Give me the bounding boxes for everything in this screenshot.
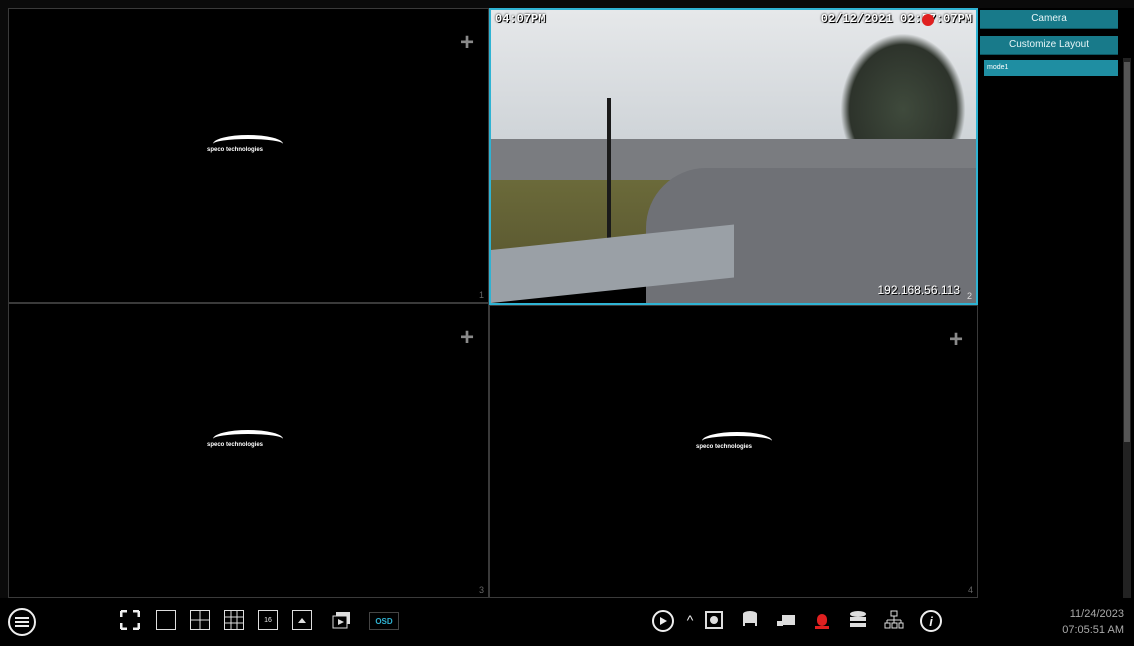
chevron-up-icon[interactable]: ^ — [680, 610, 700, 630]
channel-number: 2 — [966, 291, 972, 301]
bottom-toolbar: 16 OSD ^ i 11/24/2023 07:05:51 AM — [0, 598, 1134, 646]
playback-icon[interactable] — [652, 610, 674, 632]
channel-tile-1[interactable]: + speco technologies 1 — [8, 8, 489, 303]
camera-feed: 04:07PM 02/12/2021 02:57:07PM 192.168.56… — [491, 10, 976, 303]
osd-button[interactable]: OSD — [369, 612, 399, 630]
clock-time: 07:05:51 AM — [1062, 624, 1124, 636]
right-panel: Camera Customize Layout mode1 — [978, 8, 1134, 598]
logo-text: speco technologies — [207, 442, 264, 448]
menu-icon[interactable] — [8, 608, 36, 636]
osd-time: 04:07PM — [495, 12, 546, 26]
disk-icon[interactable] — [848, 610, 868, 630]
logo-text: speco technologies — [207, 147, 264, 153]
tab-camera[interactable]: Camera — [980, 10, 1118, 29]
osd-datetime: 02/12/2021 02:57:07PM — [820, 12, 972, 26]
info-icon[interactable]: i — [920, 610, 942, 632]
osd-overlay: 04:07PM 02/12/2021 02:57:07PM — [495, 12, 972, 26]
scrollbar-thumb[interactable] — [1124, 62, 1130, 442]
recording-indicator-icon — [922, 14, 934, 26]
speco-logo: speco technologies — [207, 430, 287, 452]
channel-tile-2[interactable]: 04:07PM 02/12/2021 02:57:07PM 192.168.56… — [489, 8, 978, 305]
record-icon[interactable] — [740, 610, 760, 630]
fullscreen-icon[interactable] — [120, 610, 140, 630]
camera-ip: 192.168.56.113 — [877, 283, 960, 297]
clock-date: 11/24/2023 — [1069, 608, 1124, 620]
layout-16-icon[interactable]: 16 — [258, 610, 278, 630]
scrollbar[interactable] — [1123, 58, 1131, 598]
pip-icon[interactable] — [292, 610, 312, 630]
channel-tile-4[interactable]: + speco technologies 4 — [489, 305, 978, 598]
camera-icon[interactable] — [776, 610, 796, 630]
layout-4-icon[interactable] — [190, 610, 210, 630]
network-icon[interactable] — [884, 610, 904, 630]
channel-number: 4 — [967, 585, 973, 595]
layout-1-icon[interactable] — [156, 610, 176, 630]
channel-tile-3[interactable]: + speco technologies 3 — [8, 303, 489, 598]
add-camera-icon[interactable]: + — [949, 328, 963, 352]
logo-text: speco technologies — [696, 444, 753, 450]
alarm-icon[interactable] — [812, 610, 832, 630]
channel-number: 1 — [478, 290, 484, 300]
add-camera-icon[interactable]: + — [460, 326, 474, 350]
snapshot-icon[interactable] — [704, 610, 724, 630]
add-camera-icon[interactable]: + — [460, 31, 474, 55]
mode-list-item[interactable]: mode1 — [984, 60, 1118, 76]
sequence-icon[interactable] — [332, 610, 352, 630]
system-clock: 11/24/2023 07:05:51 AM — [1062, 606, 1124, 638]
speco-logo: speco technologies — [207, 135, 287, 157]
tab-customize-layout[interactable]: Customize Layout — [980, 36, 1118, 55]
video-grid: + speco technologies 1 04:07PM 02/12/202… — [8, 8, 978, 598]
layout-9-icon[interactable] — [224, 610, 244, 630]
speco-logo: speco technologies — [696, 432, 776, 454]
channel-number: 3 — [478, 585, 484, 595]
